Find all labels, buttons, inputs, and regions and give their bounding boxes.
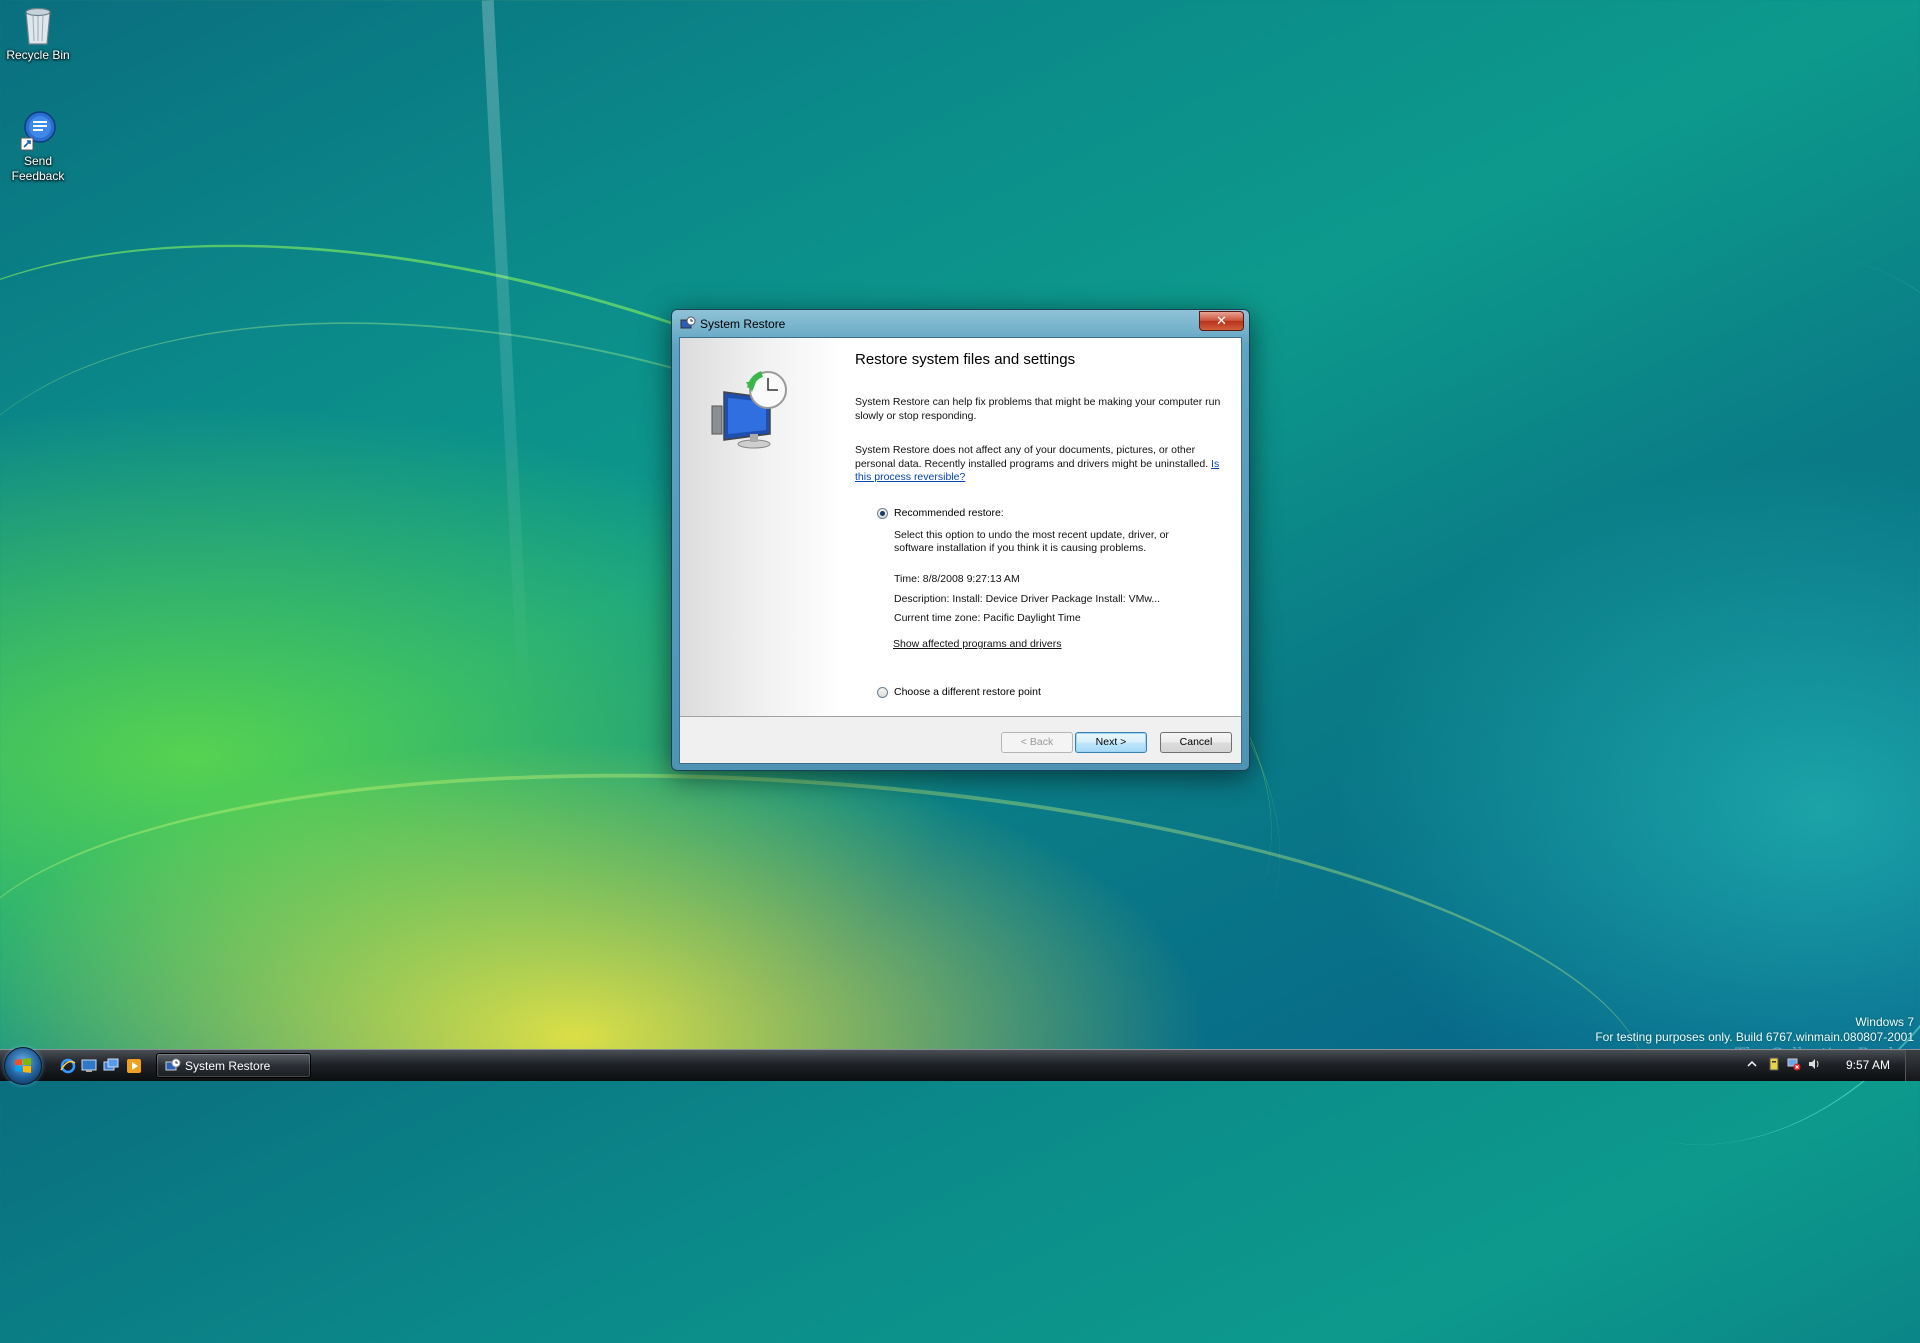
show-affected-programs-link[interactable]: Show affected programs and drivers: [893, 638, 1193, 651]
switch-windows-icon[interactable]: [103, 1058, 119, 1074]
desktop-icon-recycle-bin[interactable]: Recycle Bin: [0, 2, 76, 63]
restore-description: Description: Install: Device Driver Pack…: [894, 593, 1161, 605]
restore-timezone: Current time zone: Pacific Daylight Time: [894, 612, 1081, 624]
windows-logo-icon: [14, 1057, 32, 1075]
os-name: Windows 7: [1855, 1015, 1914, 1029]
action-center-icon[interactable]: [1767, 1057, 1781, 1071]
cancel-button[interactable]: Cancel: [1160, 732, 1232, 753]
desktop-icon-label: Feedback: [11, 169, 65, 183]
wallpaper-streak: [0, 721, 1666, 1343]
system-restore-dialog: System Restore ✕ Restore system files an…: [671, 309, 1250, 771]
wizard-footer: < Back Next > Cancel: [680, 717, 1241, 763]
page-title: Restore system files and settings: [855, 351, 1076, 368]
recommended-restore-label[interactable]: Recommended restore:: [894, 507, 1004, 519]
desktop-icon-label: Send: [23, 154, 53, 168]
wizard-side-panel: [680, 338, 843, 716]
recycle-bin-icon: [17, 2, 59, 46]
internet-explorer-icon[interactable]: [60, 1058, 76, 1074]
taskbar-button-label: System Restore: [185, 1059, 271, 1073]
build-info: For testing purposes only. Build 6767.wi…: [1595, 1030, 1914, 1044]
dialog-client-area: Restore system files and settings System…: [679, 337, 1242, 764]
media-player-icon[interactable]: [126, 1058, 142, 1074]
desktop-icon-send-feedback[interactable]: Send Feedback: [0, 108, 76, 184]
taskbar-button-system-restore[interactable]: System Restore: [156, 1053, 311, 1078]
system-restore-icon: [680, 316, 696, 332]
build-watermark: Windows 7 For testing purposes only. Bui…: [1595, 1015, 1914, 1045]
taskbar: System Restore 9:57 AM: [0, 1047, 1920, 1085]
intro-text: System Restore can help fix problems tha…: [855, 396, 1221, 422]
info-text-body: System Restore does not affect any of yo…: [855, 444, 1209, 470]
clock[interactable]: 9:57 AM: [1846, 1058, 1890, 1072]
recommended-restore-detail: Select this option to undo the most rece…: [894, 529, 1169, 554]
system-restore-illustration-icon: [710, 368, 790, 449]
show-hidden-icons-chevron-icon[interactable]: [1745, 1057, 1759, 1071]
wallpaper-streak: [481, 0, 531, 700]
close-icon: ✕: [1216, 313, 1227, 328]
volume-icon[interactable]: [1807, 1057, 1821, 1071]
wizard-content: Restore system files and settings System…: [855, 338, 1241, 716]
show-desktop-button[interactable]: [1905, 1050, 1920, 1081]
different-restore-point-label[interactable]: Choose a different restore point: [894, 686, 1041, 698]
close-button[interactable]: ✕: [1199, 311, 1244, 331]
restore-time: Time: 8/8/2008 9:27:13 AM: [894, 573, 1020, 585]
start-button[interactable]: [4, 1047, 42, 1085]
different-restore-point-radio[interactable]: [877, 687, 888, 698]
back-button[interactable]: < Back: [1001, 732, 1073, 753]
next-button[interactable]: Next >: [1075, 732, 1147, 753]
dialog-title: System Restore: [700, 317, 786, 331]
network-icon[interactable]: [1787, 1057, 1801, 1071]
system-restore-icon: [165, 1058, 181, 1074]
dialog-titlebar[interactable]: System Restore ✕: [672, 310, 1249, 336]
recommended-restore-radio[interactable]: [877, 508, 888, 519]
show-desktop-icon[interactable]: [81, 1058, 97, 1074]
feedback-icon: [17, 108, 59, 152]
desktop-icon-label: Recycle Bin: [6, 48, 70, 62]
info-text: System Restore does not affect any of yo…: [855, 444, 1225, 485]
